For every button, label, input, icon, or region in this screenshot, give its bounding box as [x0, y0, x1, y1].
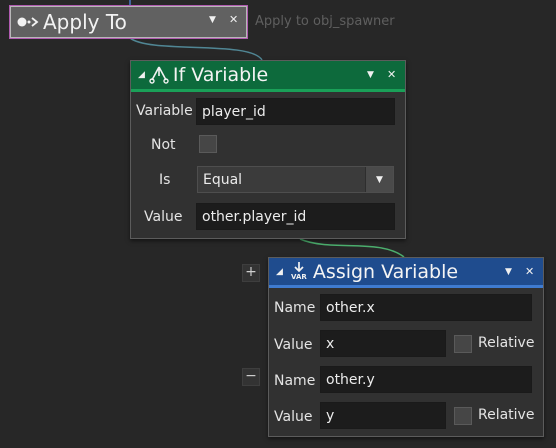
close-icon[interactable]: ✕ [525, 265, 534, 278]
assign-variable-title: Assign Variable [312, 260, 459, 283]
collapse-icon[interactable]: ◢ [276, 267, 283, 277]
var-icon-text: VAR [291, 273, 307, 281]
relative-checkbox[interactable] [454, 407, 472, 425]
name-label: Name [274, 300, 316, 316]
value-label: Value [274, 337, 313, 353]
is-dropdown-value: Equal [203, 171, 243, 188]
relative-checkbox[interactable] [454, 335, 472, 353]
remove-entry-button[interactable]: − [242, 368, 260, 386]
relative-label: Relative [478, 407, 535, 423]
apply-to-title: Apply To [43, 10, 127, 34]
collapse-icon[interactable]: ◢ [138, 70, 145, 80]
not-label: Not [151, 137, 176, 153]
value-field[interactable]: x [320, 330, 446, 357]
not-checkbox[interactable] [199, 135, 217, 153]
close-icon[interactable]: ✕ [387, 68, 396, 81]
chevron-down-icon[interactable]: ▼ [365, 167, 393, 192]
arrow-down-icon [294, 262, 304, 273]
assign-variable-header[interactable]: ◢ VAR Assign Variable ▼ ✕ [269, 258, 543, 288]
if-variable-header[interactable]: ◢ If Variable ▼ ✕ [131, 61, 405, 92]
name-field[interactable]: other.y [320, 366, 532, 393]
add-entry-button[interactable]: + [242, 264, 260, 282]
value-label: Value [144, 209, 183, 225]
menu-dropdown-icon[interactable]: ▼ [367, 70, 374, 80]
assign-variable-block[interactable]: ◢ VAR Assign Variable ▼ ✕ Name other.x V… [268, 257, 544, 437]
menu-dropdown-icon[interactable]: ▼ [209, 15, 216, 25]
close-icon[interactable]: ✕ [229, 13, 238, 26]
menu-dropdown-icon[interactable]: ▼ [505, 267, 512, 277]
name-field[interactable]: other.x [320, 294, 532, 321]
relative-label: Relative [478, 335, 535, 351]
is-dropdown[interactable]: Equal ▼ [197, 166, 394, 193]
variable-field[interactable]: player_id [196, 98, 395, 125]
name-label: Name [274, 373, 316, 389]
is-label: Is [159, 172, 171, 188]
apply-to-note: Apply to obj_spawner [255, 14, 395, 29]
branch-icon [149, 66, 169, 84]
apply-to-icon [17, 17, 39, 27]
var-icon: VAR [289, 262, 309, 281]
value-field[interactable]: y [320, 402, 446, 429]
if-variable-title: If Variable [172, 64, 269, 86]
if-variable-block[interactable]: ◢ If Variable ▼ ✕ Variable player_id Not… [130, 60, 406, 239]
variable-label: Variable [136, 103, 193, 119]
value-field[interactable]: other.player_id [196, 203, 395, 230]
value-label: Value [274, 409, 313, 425]
apply-to-block[interactable]: Apply To ▼ ✕ [9, 5, 248, 39]
